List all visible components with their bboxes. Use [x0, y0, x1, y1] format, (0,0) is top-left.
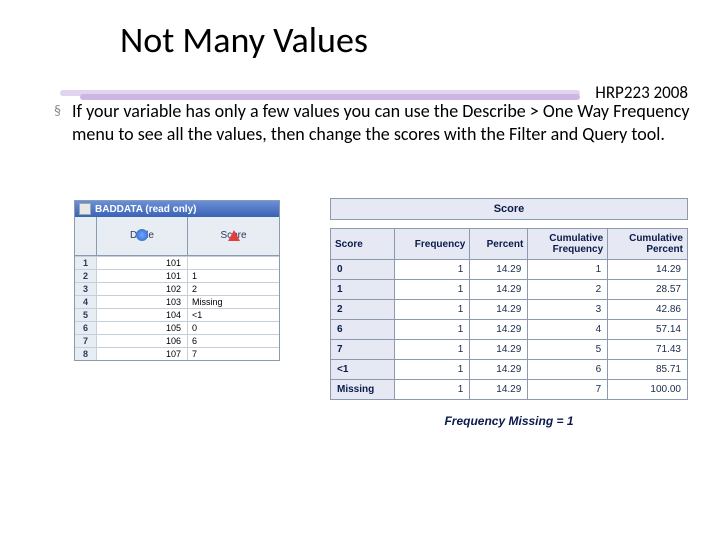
row-number: 7: [75, 335, 97, 347]
freq-row: 0114.29114.29: [331, 260, 688, 280]
freq-cell-value: 3: [528, 300, 608, 320]
cell-dude: 107: [97, 348, 188, 360]
numeric-column-icon: [136, 229, 148, 241]
table-row: 5104<1: [75, 308, 279, 321]
char-column-icon: [228, 230, 240, 241]
cell-score: 0: [188, 322, 279, 334]
freq-cell-value: 1: [528, 260, 608, 280]
table-icon: [79, 203, 91, 215]
bullet-marker: §: [54, 102, 61, 120]
freq-cell-value: 100.00: [608, 380, 688, 400]
cell-score: [188, 257, 279, 269]
freq-col-header: Percent: [470, 229, 528, 260]
freq-cell-value: 2: [528, 280, 608, 300]
freq-row: 6114.29457.14: [331, 320, 688, 340]
freq-cell-value: 1: [394, 320, 470, 340]
cell-score: <1: [188, 309, 279, 321]
freq-cell-value: 71.43: [608, 340, 688, 360]
viewer-titlebar: BADDATA (read only): [75, 201, 279, 217]
table-row: 1101: [75, 256, 279, 269]
cell-dude: 102: [97, 283, 188, 295]
table-row: 4103Missing: [75, 295, 279, 308]
cell-dude: 106: [97, 335, 188, 347]
freq-cell-value: 14.29: [470, 340, 528, 360]
freq-col-header: Score: [331, 229, 395, 260]
col-header-score: Score: [188, 217, 279, 255]
col-header-dude: Dude: [97, 217, 188, 255]
freq-cell-label: Missing: [331, 380, 395, 400]
frequency-output: Score ScoreFrequencyPercentCumulativeFre…: [330, 198, 688, 428]
table-row: 61050: [75, 321, 279, 334]
row-number: 6: [75, 322, 97, 334]
cell-score: 6: [188, 335, 279, 347]
freq-cell-value: 1: [394, 280, 470, 300]
freq-cell-value: 1: [394, 340, 470, 360]
freq-cell-value: 7: [528, 380, 608, 400]
freq-col-header: Frequency: [394, 229, 470, 260]
freq-col-header: CumulativeFrequency: [528, 229, 608, 260]
freq-cell-value: 14.29: [470, 280, 528, 300]
freq-cell-value: 14.29: [470, 260, 528, 280]
freq-cell-value: 1: [394, 360, 470, 380]
cell-score: 1: [188, 270, 279, 282]
freq-row: Missing114.297100.00: [331, 380, 688, 400]
row-number: 4: [75, 296, 97, 308]
viewer-column-headers: Dude Score: [75, 217, 279, 256]
freq-row: <1114.29685.71: [331, 360, 688, 380]
freq-cell-value: 42.86: [608, 300, 688, 320]
row-number: 5: [75, 309, 97, 321]
slide-title: Not Many Values: [0, 0, 720, 62]
freq-cell-value: 57.14: [608, 320, 688, 340]
cell-score: 2: [188, 283, 279, 295]
freq-cell-value: 1: [394, 300, 470, 320]
cell-dude: 104: [97, 309, 188, 321]
table-row: 71066: [75, 334, 279, 347]
freq-cell-value: 28.57: [608, 280, 688, 300]
freq-table: ScoreFrequencyPercentCumulativeFrequency…: [330, 228, 688, 400]
cell-dude: 101: [97, 270, 188, 282]
freq-row: 1114.29228.57: [331, 280, 688, 300]
freq-cell-value: 4: [528, 320, 608, 340]
freq-cell-value: 14.29: [470, 300, 528, 320]
cell-dude: 101: [97, 257, 188, 269]
freq-row: 7114.29571.43: [331, 340, 688, 360]
freq-cell-label: <1: [331, 360, 395, 380]
freq-title: Score: [330, 198, 688, 220]
row-number: 8: [75, 348, 97, 360]
bullet-text: If your variable has only a few values y…: [72, 100, 689, 145]
cell-dude: 105: [97, 322, 188, 334]
freq-cell-value: 1: [394, 380, 470, 400]
data-viewer-window: BADDATA (read only) Dude Score 110121011…: [74, 200, 280, 361]
freq-cell-label: 0: [331, 260, 395, 280]
freq-cell-value: 5: [528, 340, 608, 360]
freq-cell-label: 1: [331, 280, 395, 300]
cell-score: Missing: [188, 296, 279, 308]
bullet-item: § If your variable has only a few values…: [72, 100, 690, 147]
row-number: 2: [75, 270, 97, 282]
table-row: 21011: [75, 269, 279, 282]
freq-cell-label: 6: [331, 320, 395, 340]
freq-cell-value: 85.71: [608, 360, 688, 380]
freq-col-header: CumulativePercent: [608, 229, 688, 260]
freq-row: 2114.29342.86: [331, 300, 688, 320]
table-row: 31022: [75, 282, 279, 295]
freq-missing-note: Frequency Missing = 1: [330, 414, 688, 428]
cell-score: 7: [188, 348, 279, 360]
freq-cell-value: 6: [528, 360, 608, 380]
rownum-header: [75, 217, 97, 255]
viewer-title-text: BADDATA (read only): [95, 204, 196, 215]
freq-cell-label: 2: [331, 300, 395, 320]
row-number: 3: [75, 283, 97, 295]
cell-dude: 103: [97, 296, 188, 308]
freq-cell-value: 14.29: [470, 320, 528, 340]
freq-cell-value: 1: [394, 260, 470, 280]
freq-cell-value: 14.29: [470, 380, 528, 400]
freq-cell-label: 7: [331, 340, 395, 360]
row-number: 1: [75, 257, 97, 269]
freq-cell-value: 14.29: [608, 260, 688, 280]
table-row: 81077: [75, 347, 279, 360]
freq-cell-value: 14.29: [470, 360, 528, 380]
